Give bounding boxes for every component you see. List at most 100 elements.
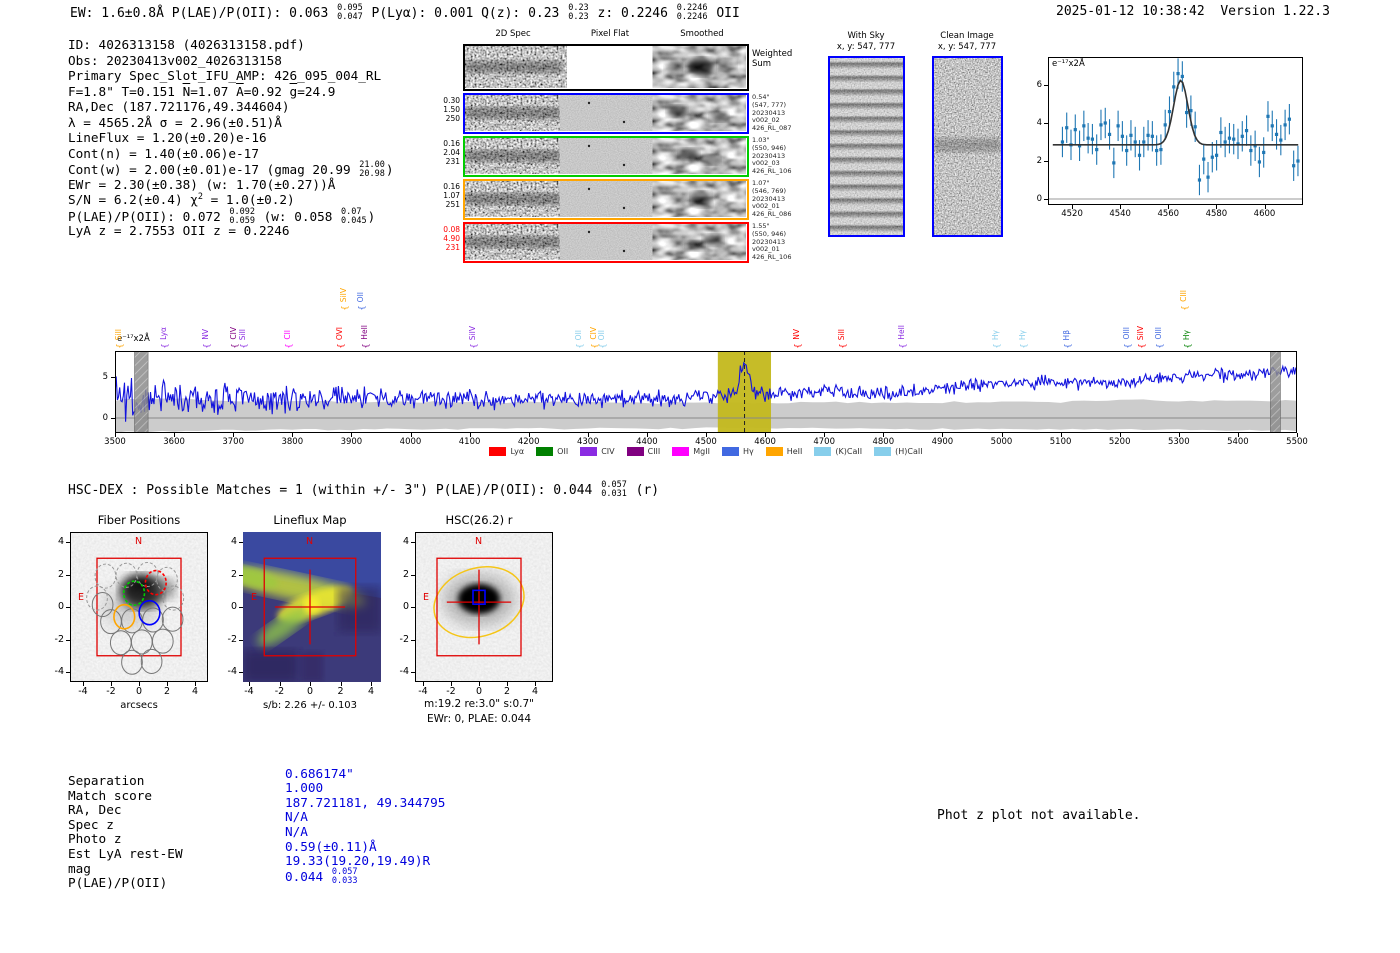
fit-plot-xtick: 4560 (1157, 209, 1180, 219)
lineflux-xtick: 0 (306, 686, 314, 697)
line-label-NV: NV (791, 294, 805, 340)
lineflux-xtickmark (340, 682, 342, 686)
fiber-xtick: -2 (106, 686, 116, 697)
spectrum-xtick: 4700 (813, 437, 835, 447)
fit-plot-xtick: 4600 (1253, 209, 1276, 219)
hsc-ytick: 0 (402, 601, 409, 612)
line-label-text: Hβ (1062, 329, 1072, 340)
line-label-text: Lyα (158, 327, 168, 340)
line-label-brace: { (230, 343, 240, 349)
line-label-text: Hγ (1182, 329, 1192, 340)
stacked-uncertainty: 0.07 0.045 (341, 206, 367, 226)
spectrum-xtickmark (824, 433, 826, 437)
cutout-left-labels: 0.08 4.90 231 (430, 225, 460, 252)
spectrum-xtick: 4000 (399, 437, 422, 447)
cutout-right-value: 426_RL_106 (752, 167, 792, 176)
match-row-value: 1.000 (285, 780, 324, 796)
fit-plot-xtickmark (1072, 205, 1074, 209)
line-label-brace: { (340, 305, 350, 311)
cutout-left-value: 0.16 (443, 139, 460, 148)
hsc-sublabel-2: EWr: 0, PLAE: 0.044 (426, 713, 532, 725)
spectrum-xtick: 4900 (931, 437, 954, 447)
fiber-xtick: 2 (163, 686, 171, 697)
lineflux-xtickmark (371, 682, 372, 686)
line-label-brace: { (1019, 343, 1029, 349)
fiber-title: Fiber Positions (97, 513, 181, 527)
cutout-right-labels: 0.54" (547, 777) 20230413 v002_02 426_RL_087 (752, 93, 822, 133)
spectrum-xtickmark (1297, 433, 1298, 437)
match-row-label: RA, Dec (68, 802, 122, 818)
spectrum-xtick: 3900 (340, 437, 363, 447)
line-label-OIII: OIII (1153, 294, 1167, 340)
fiber-xtickmark (195, 682, 196, 686)
legend-item: (H)CaII (874, 447, 923, 456)
spectrum-xtick: 4400 (636, 437, 658, 447)
match-row-label: Spec z (68, 816, 114, 832)
legend-item: Hγ (721, 447, 754, 456)
info-line: Cont(n) = 1.40(±0.06)e-17 (68, 145, 259, 161)
match-row-value: N/A (285, 823, 308, 839)
hsc-ytick: -2 (399, 633, 409, 645)
fiber-ytick: -2 (54, 633, 64, 645)
line-label-text: SiII (113, 328, 123, 340)
match-row-label: Match score (68, 787, 153, 803)
spectrum-xtickmark (706, 433, 707, 437)
match-row-value: N/A (285, 809, 308, 825)
fiber-compass-n: N (135, 536, 143, 547)
hsc-xtickmark (507, 682, 508, 686)
cutout-right-labels: 1.07" (546, 769) 20230413 v002_01 426_RL_086 (752, 179, 822, 219)
fit-plot-unit-label: e⁻¹⁷x2Å (1052, 59, 1085, 69)
spectrum-xtick: 5200 (1108, 437, 1131, 447)
cutout-right-labels: 1.03" (550, 946) 20230413 v002_03 426_RL_106 (752, 136, 822, 176)
match-row-label: P(LAE)/P(OII) (68, 875, 168, 891)
spectrum-xtickmark (410, 433, 412, 437)
legend-label: CIII (647, 447, 661, 456)
cutout-left-value: 0.08 (443, 225, 460, 234)
line-label-text: SiIV (1135, 325, 1145, 340)
fiber-cutout-row-3-images (464, 181, 745, 217)
match-row-label: Est LyA rest-EW (68, 846, 183, 861)
line-label-brace: { (1183, 343, 1193, 349)
line-label-brace: { (239, 343, 249, 349)
fiber-xtickmark (83, 682, 84, 686)
spectrum-xtick: 3600 (163, 437, 185, 447)
hsc-ytick: 2 (402, 568, 409, 580)
fiber-ytick: 0 (57, 601, 64, 612)
stacked-uncertainty: 21.00 20.98 (359, 160, 385, 180)
hsc-canvas (415, 532, 553, 682)
hsc-compass-n: N (475, 536, 483, 547)
spectrum-xtickmark (115, 433, 116, 437)
spectrum-xtick: 4300 (576, 437, 599, 447)
lineflux-ytick: -4 (227, 666, 237, 677)
line-label-HeII: HeII (896, 294, 910, 340)
lineflux-xtickmark (249, 682, 250, 686)
hsc-xtick: 4 (531, 686, 539, 697)
cutout-left-value: 2.04 (443, 148, 460, 157)
line-label-text: CIV (228, 327, 238, 340)
timestamp-version: 2025-01-12 10:38:42 Version 1.22.3 (1056, 4, 1330, 19)
line-label-SiII: SiII (237, 294, 251, 340)
lineflux-xtickmark (310, 682, 311, 686)
spectrum-xtickmark (528, 433, 530, 437)
line-label-brace: { (575, 343, 585, 349)
line-label-text: NV (200, 329, 210, 340)
fiber-xtick: -4 (78, 686, 88, 697)
clean-image-image (931, 55, 1003, 237)
match-row-value: 19.33(19.20,19.49)R (285, 853, 431, 869)
fit-plot-canvas (1048, 57, 1303, 205)
line-label-text: NV (792, 329, 802, 340)
lineflux-xtick: -2 (274, 686, 285, 697)
cutout-left-labels: 0.16 1.07 251 (430, 182, 460, 209)
lineflux-xtick: 4 (367, 686, 375, 697)
lineflux-xtick: -4 (244, 686, 254, 697)
legend-swatch (874, 447, 892, 456)
clean-image-coords: x, y: 547, 777 (937, 42, 997, 52)
legend-item: CIII (626, 447, 661, 456)
fit-plot-ytickmark (1044, 161, 1048, 162)
fiber-ytick: -4 (54, 666, 64, 677)
fiber-cutout-row-2-images (464, 138, 745, 174)
fit-plot-xtick: 4520 (1061, 209, 1083, 219)
fit-plot-xtickmark (1264, 205, 1266, 209)
fit-plot-ytick: 6 (1036, 80, 1042, 90)
line-label-SiII: SiII (836, 294, 850, 340)
